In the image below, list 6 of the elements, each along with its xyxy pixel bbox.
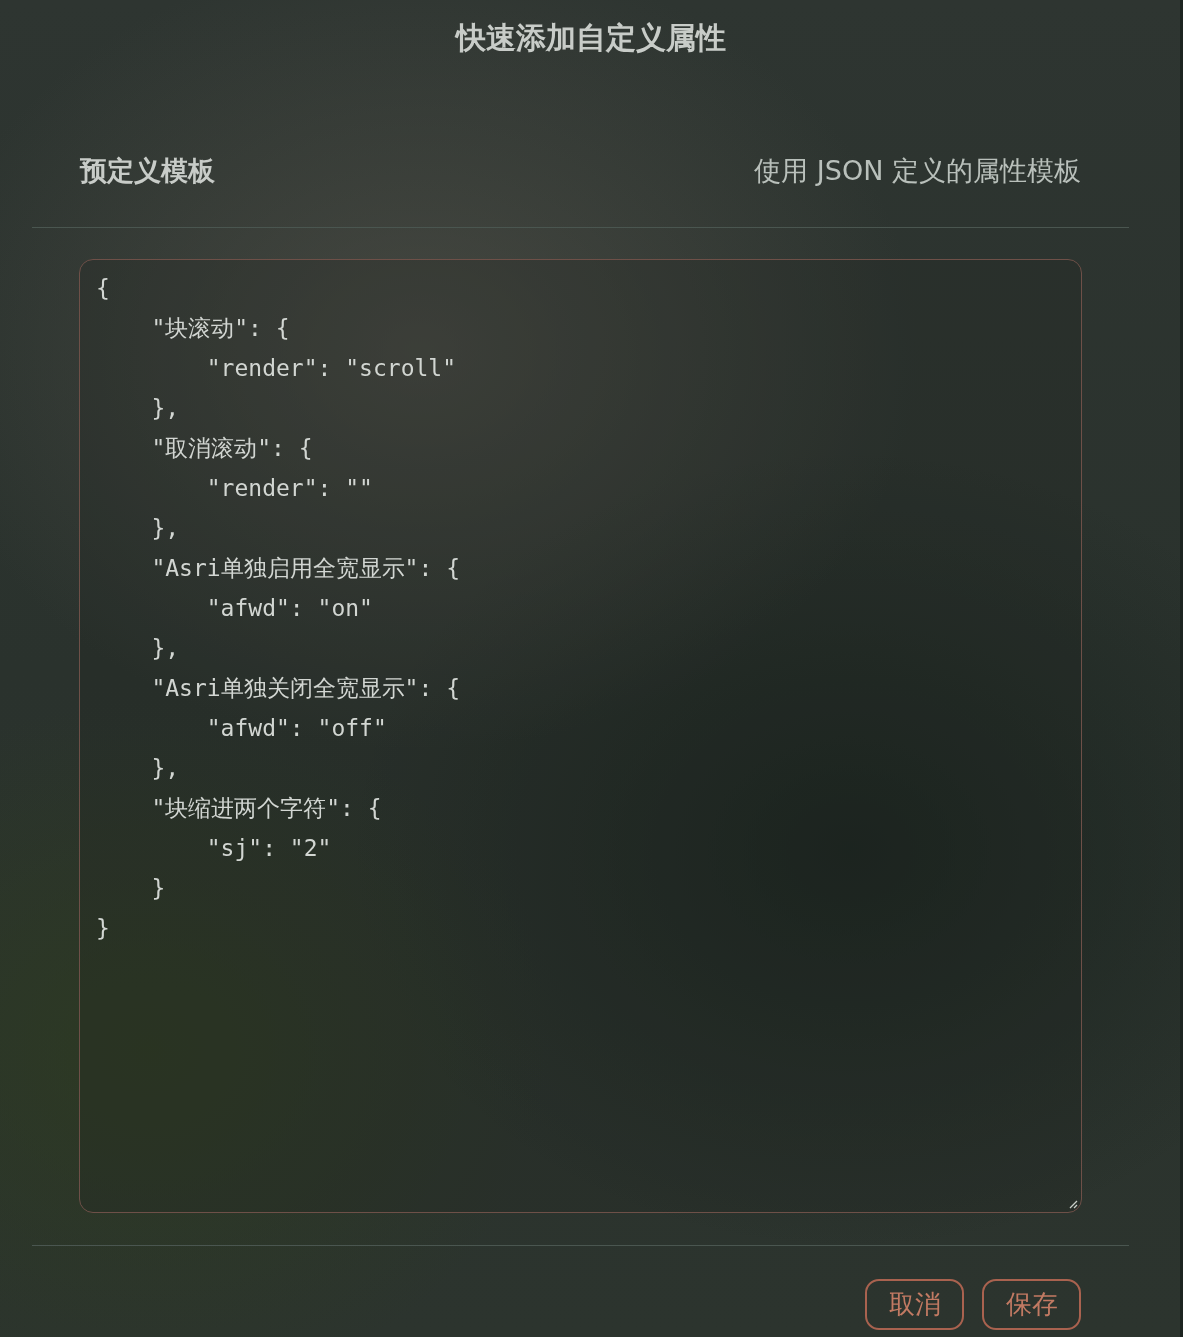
cancel-button[interactable]: 取消 (865, 1279, 964, 1330)
section-description: 使用 JSON 定义的属性模板 (754, 154, 1081, 188)
section-label: 预定义模板 (80, 154, 215, 188)
dialog-title: 快速添加自定义属性 (453, 19, 727, 57)
code-editor[interactable]: { "块滚动": { "render": "scroll" }, "取消滚动": { "render": "" }, "Asri单独启用全宽显示": { "afwd": "on" }, "Asri单独关闭全宽显示": { "afwd": "off" }, "块缩进两个字符": { "sj": "2" } } (79, 259, 1082, 1213)
save-button[interactable]: 保存 (982, 1279, 1081, 1330)
